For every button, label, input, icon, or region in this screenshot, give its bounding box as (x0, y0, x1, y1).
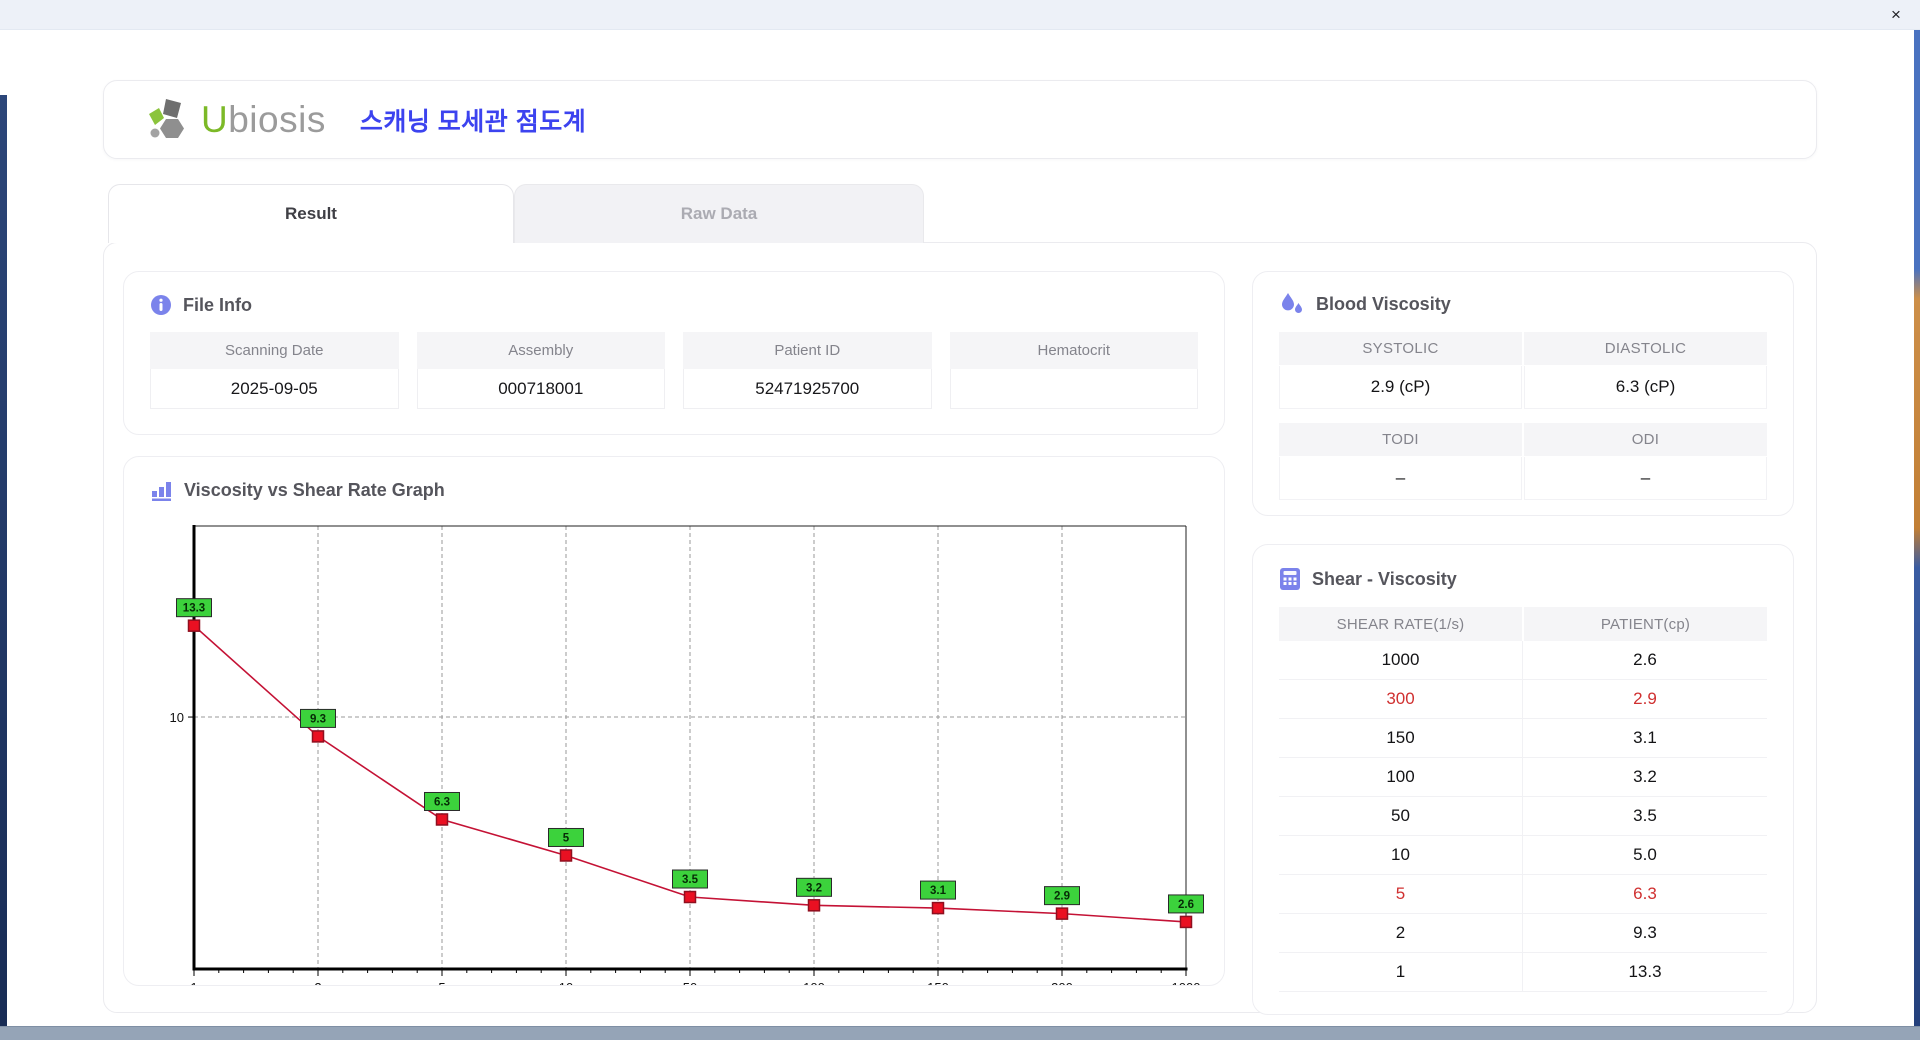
shear-viscosity-panel: Shear - Viscosity SHEAR RATE(1/s) PATIEN… (1252, 544, 1794, 1015)
field-label: Hematocrit (950, 332, 1199, 369)
desktop-edge-right (1914, 30, 1920, 1026)
svg-text:3.5: 3.5 (682, 874, 699, 886)
field-value: 52471925700 (683, 369, 932, 409)
field-label: Patient ID (683, 332, 932, 369)
svg-text:10: 10 (170, 710, 184, 725)
svg-text:1: 1 (190, 980, 197, 986)
diastolic-value: 6.3 (cP) (1524, 366, 1767, 409)
close-button[interactable]: × (1884, 3, 1908, 27)
svg-text:10: 10 (559, 980, 573, 986)
table-row: 150 3.1 (1279, 719, 1767, 758)
app-title: 스캐닝 모세관 점도계 (360, 102, 586, 138)
todi-odi-table: TODI ODI – – (1279, 423, 1767, 500)
info-icon (150, 294, 172, 316)
svg-text:2: 2 (314, 980, 321, 986)
table-row: 2 9.3 (1279, 914, 1767, 953)
blood-viscosity-title: Blood Viscosity (1279, 292, 1767, 316)
ubiosis-logo-icon (146, 96, 194, 144)
viscosity-graph-panel: Viscosity vs Shear Rate Graph 1 2 5 10 50 100… (123, 456, 1225, 986)
field-hematocrit: Hematocrit (950, 332, 1199, 409)
table-row: 1 13.3 (1279, 953, 1767, 992)
svg-text:150: 150 (927, 980, 949, 986)
right-column: Blood Viscosity SYSTOLIC DIASTOLIC 2.9 (… (1252, 271, 1794, 986)
app-screen: × Ubiosis 스캐닝 모세관 점도계 Result (0, 0, 1920, 1040)
file-info-title: File Info (150, 294, 1198, 316)
systolic-value: 2.9 (cP) (1279, 366, 1522, 409)
svg-text:1000: 1000 (1172, 980, 1201, 986)
odi-header: ODI (1524, 423, 1767, 456)
col-shear-rate: SHEAR RATE(1/s) (1279, 607, 1522, 641)
svg-text:50: 50 (683, 980, 697, 986)
result-tab-content: File Info Scanning Date 2025-09-05 Assem… (103, 242, 1817, 1013)
ubiosis-logo: Ubiosis (146, 96, 326, 144)
diastolic-header: DIASTOLIC (1524, 332, 1767, 365)
tab-result[interactable]: Result (108, 184, 514, 243)
col-patient: PATIENT(cp) (1524, 607, 1767, 641)
table-row: 50 3.5 (1279, 797, 1767, 836)
main-window: Ubiosis 스캐닝 모세관 점도계 Result Raw Data (103, 80, 1817, 1013)
tab-raw-data[interactable]: Raw Data (514, 184, 924, 243)
field-assembly: Assembly 000718001 (417, 332, 666, 409)
field-scanning-date: Scanning Date 2025-09-05 (150, 332, 399, 409)
blood-viscosity-panel: Blood Viscosity SYSTOLIC DIASTOLIC 2.9 (… (1252, 271, 1794, 516)
calculator-icon (1279, 567, 1301, 591)
viscosity-chart: 1 2 5 10 50 100 150 300 1000 10 13.3 9.3 6.3 5 3.5 3.2 3… (150, 512, 1210, 986)
svg-text:5: 5 (438, 980, 445, 986)
todi-header: TODI (1279, 423, 1522, 456)
shear-viscosity-table: SHEAR RATE(1/s) PATIENT(cp) 1000 2.6 300… (1279, 607, 1767, 992)
field-label: Assembly (417, 332, 666, 369)
field-value: 000718001 (417, 369, 666, 409)
svg-text:300: 300 (1051, 980, 1073, 986)
svg-text:100: 100 (803, 980, 825, 986)
table-row: 100 3.2 (1279, 758, 1767, 797)
desktop-edge-left (0, 95, 7, 1026)
bar-chart-icon (150, 479, 173, 502)
logo-text: Ubiosis (201, 99, 326, 141)
table-row: 1000 2.6 (1279, 641, 1767, 680)
field-patient-id: Patient ID 52471925700 (683, 332, 932, 409)
svg-text:6.3: 6.3 (434, 796, 450, 808)
odi-value: – (1524, 457, 1767, 500)
shear-table-header: SHEAR RATE(1/s) PATIENT(cp) (1279, 607, 1767, 641)
svg-text:2.9: 2.9 (1054, 891, 1070, 903)
systolic-diastolic-table: SYSTOLIC DIASTOLIC 2.9 (cP) 6.3 (cP) (1279, 332, 1767, 409)
table-row: 10 5.0 (1279, 836, 1767, 875)
header-card: Ubiosis 스캐닝 모세관 점도계 (103, 80, 1817, 159)
left-column: File Info Scanning Date 2025-09-05 Assem… (123, 271, 1225, 986)
field-label: Scanning Date (150, 332, 399, 369)
svg-text:2.6: 2.6 (1178, 899, 1194, 911)
file-info-panel: File Info Scanning Date 2025-09-05 Assem… (123, 271, 1225, 435)
desktop-edge-bottom (0, 1026, 1920, 1040)
todi-value: – (1279, 457, 1522, 500)
graph-title: Viscosity vs Shear Rate Graph (150, 479, 1224, 502)
table-row: 300 2.9 (1279, 680, 1767, 719)
svg-text:5: 5 (563, 832, 570, 844)
field-value (950, 369, 1199, 409)
svg-text:3.1: 3.1 (930, 885, 947, 897)
file-info-fields: Scanning Date 2025-09-05 Assembly 000718… (150, 332, 1198, 409)
window-titlebar: × (0, 0, 1920, 30)
systolic-header: SYSTOLIC (1279, 332, 1522, 365)
table-row: 5 6.3 (1279, 875, 1767, 914)
field-value: 2025-09-05 (150, 369, 399, 409)
svg-text:3.2: 3.2 (806, 882, 822, 894)
shear-viscosity-title: Shear - Viscosity (1279, 567, 1767, 591)
tab-bar: Result Raw Data (108, 184, 1817, 243)
droplets-icon (1279, 292, 1305, 316)
svg-text:9.3: 9.3 (310, 713, 326, 725)
svg-text:13.3: 13.3 (183, 603, 205, 615)
